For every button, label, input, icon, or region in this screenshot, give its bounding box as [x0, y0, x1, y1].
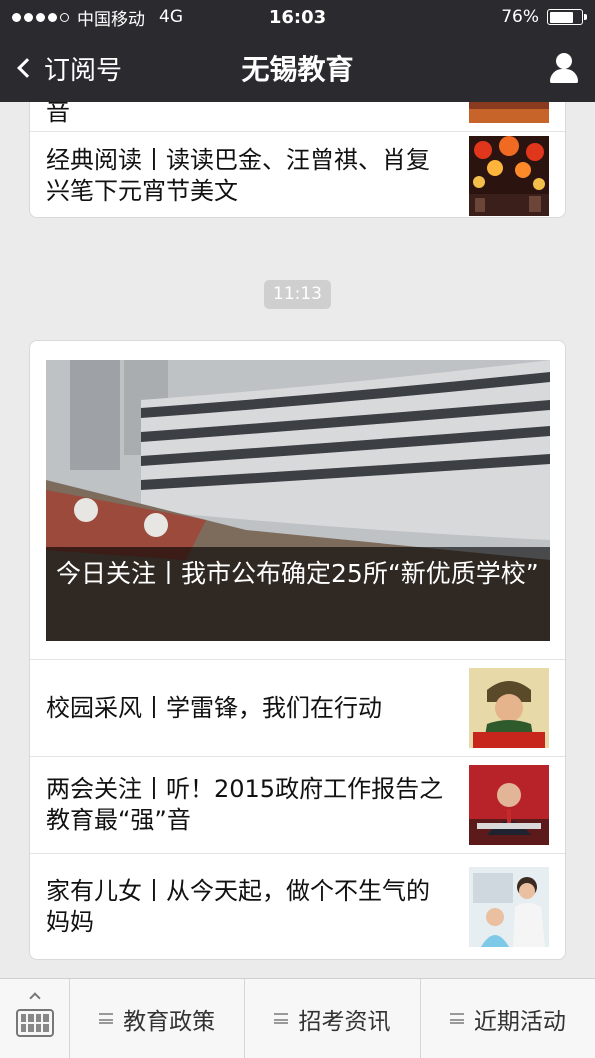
list-item[interactable]: 家有儿女丨从今天起，做个不生气的妈妈: [30, 853, 565, 960]
carrier-name: 中国移动: [77, 9, 145, 30]
official-speech-photo-icon: [469, 765, 549, 845]
nav-bar: 订阅号 无锡教育: [0, 34, 595, 102]
message-feed[interactable]: 音 经典阅读丨读读巴金、汪曾祺、肖复兴笔下元宵节美文 11:13 今日关注丨我市…: [0, 102, 595, 978]
article-title: 音: [46, 102, 70, 126]
keyboard-toggle-button[interactable]: [0, 979, 70, 1058]
signal-strength-icon: [12, 12, 69, 22]
mother-child-photo-icon: [469, 867, 549, 947]
hero-article[interactable]: 今日关注丨我市公布确定25所“新优质学校”: [46, 360, 550, 641]
lei-feng-poster-icon: [469, 668, 549, 748]
list-item[interactable]: 校园采风丨学雷锋，我们在行动: [30, 659, 565, 756]
profile-button[interactable]: [547, 51, 581, 85]
menu-item-recent-events[interactable]: 近期活动: [421, 979, 595, 1058]
hero-caption: 今日关注丨我市公布确定25所“新优质学校”: [46, 547, 550, 641]
list-item[interactable]: 音: [30, 102, 565, 131]
person-icon: [556, 53, 572, 69]
battery-percent: 76%: [501, 7, 539, 27]
bottom-menu: 教育政策 招考资讯 近期活动: [0, 978, 595, 1058]
back-button[interactable]: 订阅号: [14, 50, 122, 87]
menu-item-label: 教育政策: [123, 1008, 216, 1035]
status-bar: 中国移动 4G 16:03 76%: [0, 0, 595, 34]
chevron-up-icon: [29, 992, 41, 1004]
article-title: 家有儿女丨从今天起，做个不生气的妈妈: [46, 877, 430, 936]
thumbnail-icon: [469, 102, 549, 123]
article-card: 音 经典阅读丨读读巴金、汪曾祺、肖复兴笔下元宵节美文: [29, 102, 566, 218]
menu-item-admissions-news[interactable]: 招考资讯: [245, 979, 421, 1058]
keyboard-icon: [15, 1008, 54, 1037]
menu-icon: [449, 1013, 464, 1024]
article-card: 今日关注丨我市公布确定25所“新优质学校” 校园采风丨学雷锋，我们在行动 两会关…: [29, 340, 566, 960]
message-timestamp: 11:13: [264, 280, 331, 309]
menu-item-label: 近期活动: [473, 1008, 566, 1035]
chevron-left-icon: [17, 58, 37, 78]
list-item[interactable]: 经典阅读丨读读巴金、汪曾祺、肖复兴笔下元宵节美文: [30, 131, 565, 219]
battery-level: [549, 11, 574, 23]
battery-icon: [547, 9, 587, 25]
list-item[interactable]: 两会关注丨听！2015政府工作报告之教育最“强”音: [30, 756, 565, 853]
article-title: 两会关注丨听！2015政府工作报告之教育最“强”音: [46, 775, 444, 834]
top-bar: 中国移动 4G 16:03 76% 订阅号 无锡教育: [0, 0, 595, 102]
menu-item-education-policy[interactable]: 教育政策: [70, 979, 246, 1058]
lanterns-photo-icon: [469, 135, 549, 216]
menu-item-label: 招考资讯: [298, 1008, 391, 1035]
article-title: 经典阅读丨读读巴金、汪曾祺、肖复兴笔下元宵节美文: [46, 145, 430, 205]
article-title: 校园采风丨学雷锋，我们在行动: [46, 693, 382, 722]
menu-icon: [274, 1013, 289, 1024]
menu-icon: [99, 1013, 114, 1024]
network-type: 4G: [159, 7, 183, 27]
back-label: 订阅号: [44, 55, 123, 86]
